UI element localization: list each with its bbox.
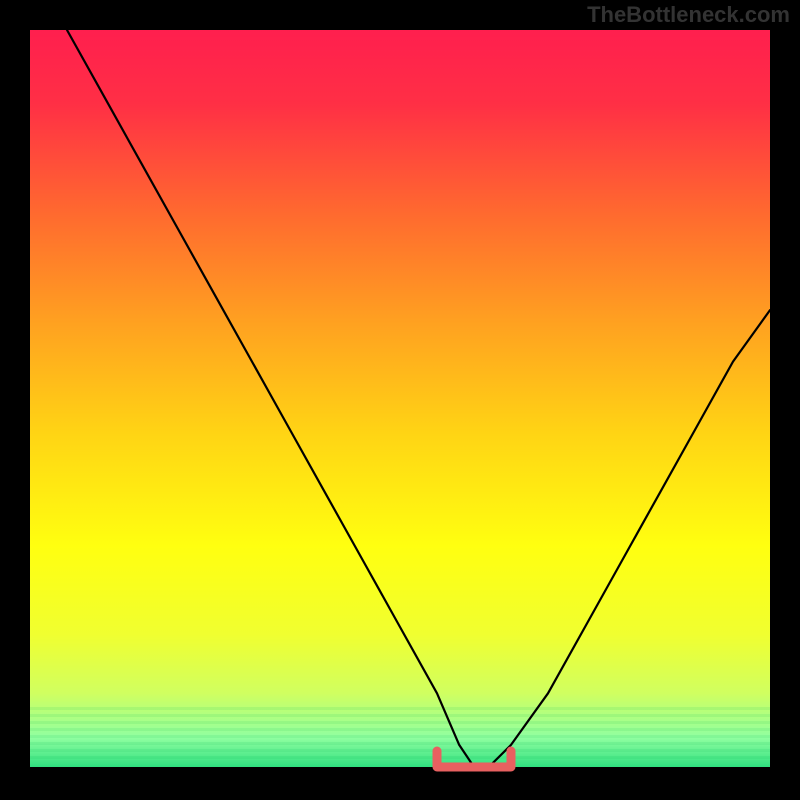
- indicator-dot: [477, 763, 483, 769]
- watermark-text: TheBottleneck.com: [587, 2, 790, 28]
- indicator-dot: [502, 763, 508, 769]
- gradient-band-line: [30, 707, 770, 710]
- gradient-band-line: [30, 742, 770, 745]
- indicator-dot: [489, 763, 495, 769]
- indicator-dot: [452, 763, 458, 769]
- gradient-band-line: [30, 735, 770, 738]
- gradient-band-line: [30, 749, 770, 752]
- gradient-band-line: [30, 721, 770, 724]
- indicator-dot: [465, 763, 471, 769]
- gradient-band-line: [30, 756, 770, 759]
- heatmap-background: [30, 30, 770, 767]
- gradient-band-line: [30, 728, 770, 731]
- indicator-dot: [440, 763, 446, 769]
- bottleneck-chart: [0, 0, 800, 800]
- gradient-band-line: [30, 714, 770, 717]
